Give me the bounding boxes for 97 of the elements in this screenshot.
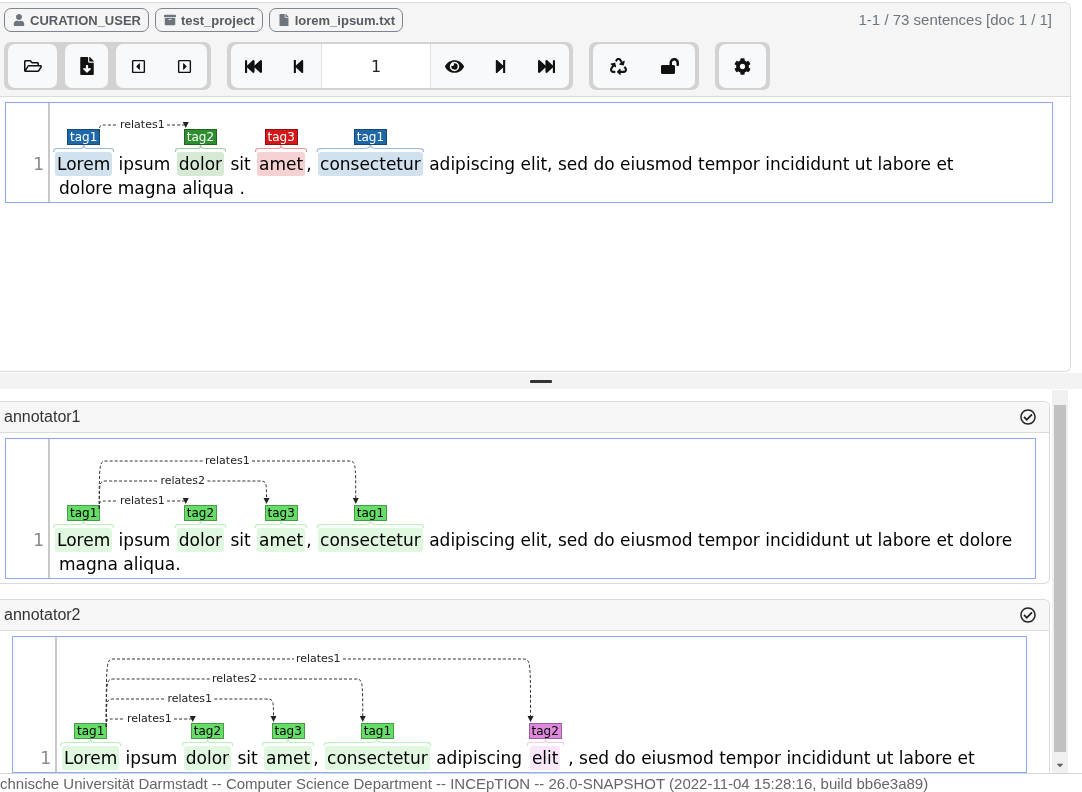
relation-label: relates1 — [295, 652, 341, 666]
visibility-button[interactable] — [431, 44, 477, 88]
curly-brace-icon — [316, 145, 425, 152]
position-status: 1-1 / 73 sentences [doc 1 / 1] — [858, 10, 1052, 28]
annotator-name: annotator2 — [4, 606, 81, 624]
fast-backward-icon — [245, 57, 262, 75]
previous-document-button[interactable] — [116, 44, 161, 88]
annotated-word[interactable]: dolor — [183, 746, 232, 770]
annotated-word[interactable]: consectetur — [325, 746, 430, 770]
tag-label[interactable]: tag2 — [528, 723, 562, 739]
document-chip[interactable]: lorem_ipsum.txt — [268, 8, 404, 32]
annotated-word[interactable]: elit — [529, 746, 561, 770]
fast-forward-icon — [537, 57, 555, 75]
sentence-text: , — [313, 747, 320, 770]
folder-open-icon — [23, 57, 42, 75]
relation-label: relates1 — [167, 692, 213, 706]
tag-label[interactable]: tag3 — [264, 505, 298, 521]
annotated-word[interactable]: consectetur — [318, 152, 423, 176]
previous-sentence-button[interactable] — [276, 44, 321, 88]
curly-brace-icon — [53, 145, 115, 152]
archive-box-icon — [164, 14, 176, 26]
tag-label[interactable]: tag1 — [353, 505, 388, 521]
sentence-text: adipiscing — [435, 747, 524, 770]
curly-brace-icon — [316, 521, 425, 528]
project-chip[interactable]: test_project — [155, 8, 263, 32]
curly-brace-icon — [255, 521, 308, 528]
annotated-word[interactable]: dolor — [176, 528, 225, 552]
resize-handle[interactable] — [530, 379, 552, 383]
sentence-field[interactable]: 1 — [321, 44, 431, 88]
tag-label[interactable]: tag1 — [360, 723, 395, 739]
curly-brace-icon — [53, 521, 115, 528]
file-download-icon — [77, 57, 96, 75]
relation-label: relates2 — [160, 474, 206, 488]
relation-label: relates1 — [205, 454, 250, 468]
tag-label[interactable]: tag2 — [183, 129, 218, 145]
recycle-icon — [610, 57, 627, 75]
annotated-word[interactable]: amet — [257, 528, 306, 552]
tag-label[interactable]: tag1 — [353, 129, 388, 145]
relation-label: relates1 — [127, 712, 172, 726]
tag-label[interactable]: tag1 — [66, 129, 101, 145]
settings-button[interactable] — [719, 44, 766, 88]
footer-text: chnische Universität Darmstadt -- Computer Science Department -- INCEpTION -- 26.0-SNAPSHOT (2022-11-04 15:28:16, build bb6e3a89) — [0, 774, 929, 792]
curly-brace-icon — [526, 739, 564, 746]
open-document-button[interactable] — [8, 44, 57, 88]
sentence-text: magna aliqua. — [59, 553, 181, 576]
relation-label: relates1 — [120, 494, 165, 508]
annotated-word[interactable]: Lorem — [55, 152, 113, 176]
last-sentence-button[interactable] — [523, 44, 569, 88]
step-backward-icon — [291, 58, 306, 74]
annotated-word[interactable]: consectetur — [318, 528, 423, 552]
annotated-word[interactable]: amet — [257, 152, 306, 176]
curly-brace-icon — [174, 145, 227, 152]
sentence-text: sit — [229, 153, 252, 176]
gear-icon — [734, 57, 751, 75]
sentence-text: , — [306, 529, 313, 552]
first-sentence-button[interactable] — [231, 44, 276, 88]
line-number: 1 — [33, 153, 44, 176]
sentence-text: sit — [229, 529, 252, 552]
tag-label[interactable]: tag2 — [190, 723, 225, 739]
annotated-word[interactable]: Lorem — [55, 528, 113, 552]
line-number: 1 — [33, 529, 44, 552]
user-chip[interactable]: CURATION_USER — [4, 8, 149, 32]
file-icon — [277, 14, 290, 26]
export-button[interactable] — [65, 44, 108, 88]
annotated-word[interactable]: Lorem — [62, 746, 120, 770]
tag-label[interactable]: tag1 — [66, 505, 101, 521]
curly-brace-icon — [323, 739, 432, 746]
sentence-text: , — [306, 153, 313, 176]
tag-label[interactable]: tag3 — [271, 723, 305, 739]
sentence-text: dolore magna aliqua . — [59, 177, 245, 200]
relation-label: relates1 — [120, 118, 165, 132]
scrollbar-thumb[interactable] — [1054, 405, 1066, 752]
tag-label[interactable]: tag3 — [264, 129, 298, 145]
annotated-word[interactable]: dolor — [176, 152, 225, 176]
relation-label: relates2 — [212, 672, 257, 686]
tag-label[interactable]: tag2 — [183, 505, 218, 521]
reset-button[interactable] — [593, 44, 644, 88]
sentence-text: adipiscing elit, sed do eiusmod tempor incididunt ut labore et — [428, 153, 954, 176]
unlock-button[interactable] — [644, 44, 695, 88]
sentence-text: ipsum — [124, 747, 179, 770]
open-padlock-icon — [660, 57, 679, 75]
annotated-word[interactable]: amet — [264, 746, 313, 770]
curly-brace-icon — [262, 739, 315, 746]
sentence-text: , sed do eiusmod tempor incididunt ut labore et — [567, 747, 975, 770]
next-document-button[interactable] — [161, 44, 207, 88]
sentence-text: ipsum — [117, 153, 172, 176]
line-number: 1 — [40, 747, 51, 770]
curly-brace-icon — [60, 739, 122, 746]
annotator-name: annotator1 — [4, 408, 81, 426]
sentence-text: sit — [236, 747, 259, 770]
curly-brace-icon — [174, 521, 227, 528]
curly-brace-icon — [181, 739, 234, 746]
curly-brace-icon — [255, 145, 308, 152]
user-icon — [13, 14, 25, 26]
sentence-text: adipiscing elit, sed do eiusmod tempor incididunt ut labore et dolore — [428, 529, 1013, 552]
sentence-text: ipsum — [117, 529, 172, 552]
tag-label[interactable]: tag1 — [73, 723, 108, 739]
